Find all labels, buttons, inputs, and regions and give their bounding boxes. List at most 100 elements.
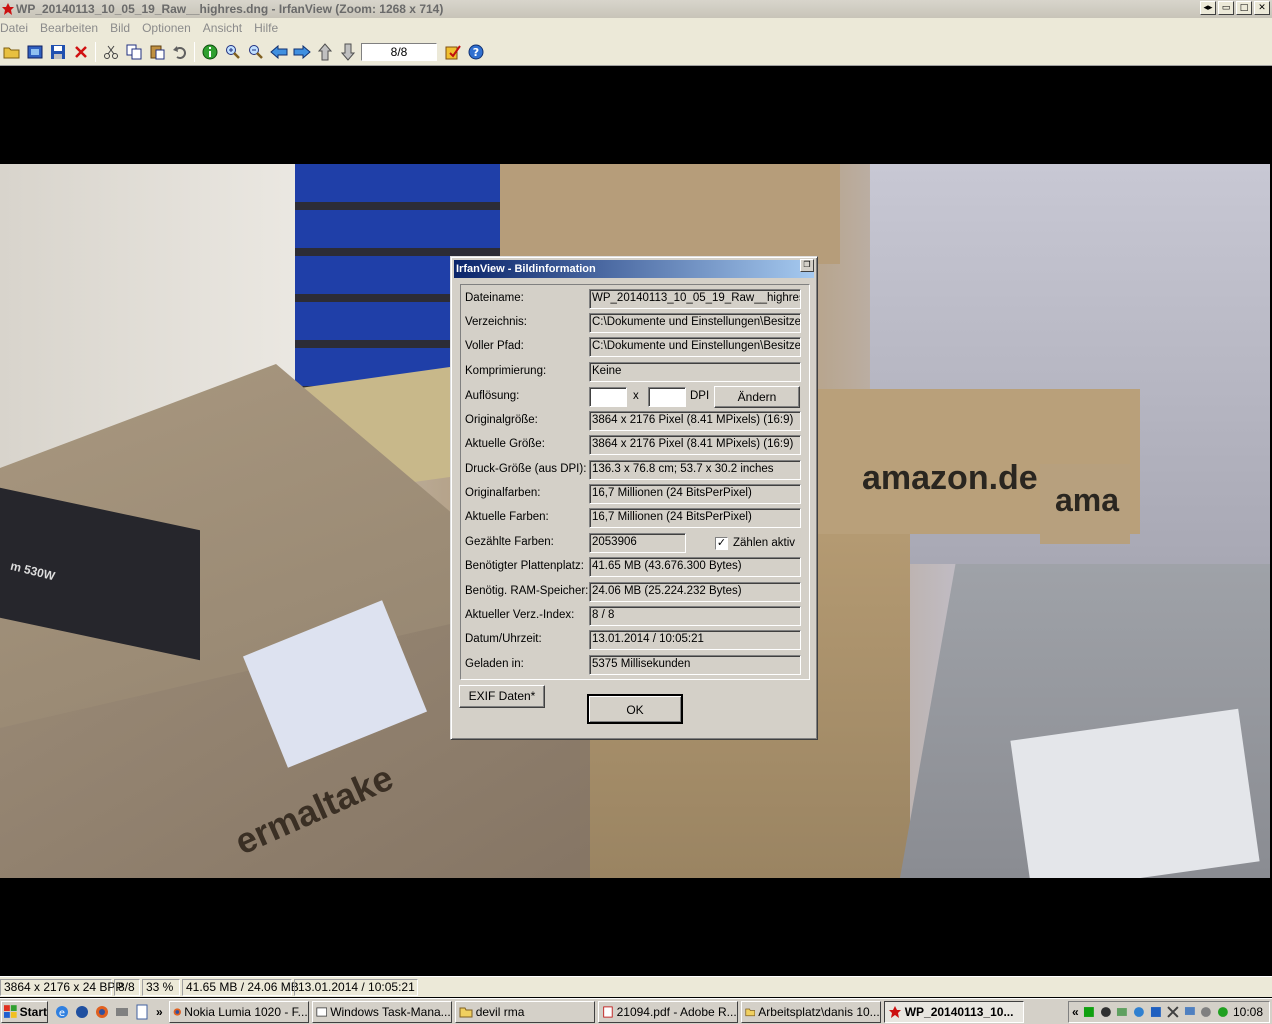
tray-collapse-button[interactable]: «: [1072, 1005, 1079, 1019]
firefox-icon: [173, 1007, 181, 1016]
open-folder-icon[interactable]: [0, 41, 23, 63]
menu-datei[interactable]: Datei: [0, 21, 34, 35]
last-icon[interactable]: [336, 41, 359, 63]
cut-icon[interactable]: [99, 41, 122, 63]
start-label: Start: [19, 1004, 47, 1019]
field-row-datum-uhrzeit: Datum/Uhrzeit: 13.01.2014 / 10:05:21: [465, 630, 805, 650]
field-label: Druck-Größe (aus DPI):: [465, 463, 587, 475]
quicklaunch-more-button[interactable]: »: [156, 1005, 163, 1019]
dialog-restore-button[interactable]: ❐: [800, 259, 814, 272]
zoom-in-icon[interactable]: [221, 41, 244, 63]
zoom-out-icon[interactable]: [244, 41, 267, 63]
save-icon[interactable]: [46, 41, 69, 63]
media-player-icon[interactable]: [74, 1004, 90, 1020]
directory-field[interactable]: C:\Dokumente und Einstellungen\Besitzer\: [589, 313, 801, 333]
top-box: [500, 164, 840, 264]
paint-icon[interactable]: [441, 41, 464, 63]
load-time-field[interactable]: 5375 Millisekunden: [589, 655, 801, 675]
dpi-x-input[interactable]: [589, 387, 627, 407]
count-colors-checkbox[interactable]: ✓: [715, 537, 728, 550]
field-label: Auflösung:: [465, 390, 520, 402]
task-button-taskmanager[interactable]: Windows Task-Mana...: [311, 1000, 452, 1023]
field-label: Aktuelle Größe:: [465, 438, 545, 450]
datetime-field[interactable]: 13.01.2014 / 10:05:21: [589, 630, 801, 650]
delete-icon[interactable]: [69, 41, 92, 63]
task-button-pdf[interactable]: 21094.pdf - Adobe R...: [597, 1000, 738, 1023]
maximize-button[interactable]: □: [1236, 1, 1252, 15]
field-label: Gezählte Farben:: [465, 536, 554, 548]
task-button-arbeitsplatz[interactable]: Arbeitsplatz\danis 10...: [740, 1000, 881, 1023]
tray-clock-icon[interactable]: [1199, 1005, 1213, 1019]
change-dpi-button[interactable]: Ändern: [714, 386, 800, 408]
filename-field[interactable]: WP_20140113_10_05_19_Raw__highres.: [589, 289, 801, 309]
tray-sync-icon[interactable]: [1216, 1005, 1230, 1019]
help-icon[interactable]: ?: [464, 41, 487, 63]
prev-icon[interactable]: [267, 41, 290, 63]
ie-icon[interactable]: e: [54, 1004, 70, 1020]
counted-colors-field[interactable]: 2053906: [589, 533, 686, 553]
field-row-aktuelle-farben: Aktuelle Farben: 16,7 Millionen (24 Bits…: [465, 508, 805, 528]
first-icon[interactable]: [313, 41, 336, 63]
undo-icon[interactable]: [168, 41, 191, 63]
slideshow-icon[interactable]: [23, 41, 46, 63]
next-icon[interactable]: [290, 41, 313, 63]
field-label: Benötig. RAM-Speicher:: [465, 585, 589, 597]
dpi-y-input[interactable]: [648, 387, 686, 407]
menu-bearbeiten[interactable]: Bearbeiten: [34, 21, 104, 35]
tray-update-icon[interactable]: [1132, 1005, 1146, 1019]
ok-button[interactable]: OK: [587, 694, 683, 724]
amazon-logo-text: amazon.de: [862, 459, 1038, 497]
current-colors-field[interactable]: 16,7 Millionen (24 BitsPerPixel): [589, 508, 801, 528]
menu-ansicht[interactable]: Ansicht: [197, 21, 248, 35]
restore-small-button[interactable]: ◂▸: [1200, 1, 1216, 15]
svg-text:?: ?: [472, 46, 478, 59]
dialog-title: IrfanView - Bildinformation: [454, 260, 814, 278]
original-colors-field[interactable]: 16,7 Millionen (24 BitsPerPixel): [589, 484, 801, 504]
amazon-logo-text-2: ama: [1055, 482, 1120, 518]
ram-size-field[interactable]: 24.06 MB (25.224.232 Bytes): [589, 582, 801, 602]
tray-tool-icon[interactable]: [1166, 1005, 1180, 1019]
firefox-icon[interactable]: [94, 1004, 110, 1020]
menu-hilfe[interactable]: Hilfe: [248, 21, 284, 35]
taskmanager-icon: [316, 1006, 327, 1017]
tray-security-icon[interactable]: [1149, 1005, 1163, 1019]
svg-text:e: e: [59, 1008, 65, 1019]
menu-bild[interactable]: Bild: [104, 21, 136, 35]
original-size-field[interactable]: 3864 x 2176 Pixel (8.41 MPixels) (16:9): [589, 411, 801, 431]
page-counter[interactable]: 8/8: [361, 42, 437, 61]
task-button-irfanview[interactable]: WP_20140113_10...: [883, 1000, 1024, 1023]
print-size-field[interactable]: 136.3 x 76.8 cm; 53.7 x 30.2 inches: [589, 460, 801, 480]
clock[interactable]: 10:08: [1233, 1005, 1263, 1019]
status-zoom: 33 %: [142, 978, 180, 996]
tray-computer-icon[interactable]: [1183, 1005, 1197, 1019]
disk-size-field[interactable]: 41.65 MB (43.676.300 Bytes): [589, 557, 801, 577]
toolbar-separator: [95, 41, 96, 62]
field-label: Aktueller Verz.-Index:: [465, 609, 575, 621]
compression-field[interactable]: Keine: [589, 362, 801, 382]
task-label: WP_20140113_10...: [904, 1004, 1014, 1019]
exif-data-button[interactable]: EXIF Daten*: [459, 685, 545, 708]
task-button-devil-rma[interactable]: devil rma: [454, 1000, 595, 1023]
paste-icon[interactable]: [145, 41, 168, 63]
status-datetime: 13.01.2014 / 10:05:21: [294, 978, 418, 996]
current-size-field[interactable]: 3864 x 2176 Pixel (8.41 MPixels) (16:9): [589, 435, 801, 455]
minimize-button[interactable]: ▭: [1218, 1, 1234, 15]
start-button[interactable]: Start: [1, 1000, 48, 1023]
field-label: Geladen in:: [465, 658, 524, 670]
document-icon[interactable]: [134, 1004, 150, 1020]
status-bar: 3864 x 2176 x 24 BPP 8/8 33 % 41.65 MB /…: [0, 976, 1272, 997]
copy-icon[interactable]: [122, 41, 145, 63]
tray-green-icon[interactable]: [1082, 1005, 1096, 1019]
close-button[interactable]: ✕: [1254, 1, 1270, 15]
folder-icon: [745, 1008, 755, 1016]
menu-bar: Datei Bearbeiten Bild Optionen Ansicht H…: [0, 18, 1272, 38]
tray-network-icon[interactable]: [1115, 1005, 1129, 1019]
network-icon[interactable]: [114, 1004, 130, 1020]
irfanview-app-icon[interactable]: [1, 2, 15, 16]
dir-index-field[interactable]: 8 / 8: [589, 606, 801, 626]
info-icon[interactable]: [198, 41, 221, 63]
task-button-firefox[interactable]: Nokia Lumia 1020 - F...: [168, 1000, 309, 1023]
tray-speaker-icon[interactable]: [1099, 1005, 1113, 1019]
menu-optionen[interactable]: Optionen: [136, 21, 197, 35]
full-path-field[interactable]: C:\Dokumente und Einstellungen\Besitzer\: [589, 337, 801, 357]
